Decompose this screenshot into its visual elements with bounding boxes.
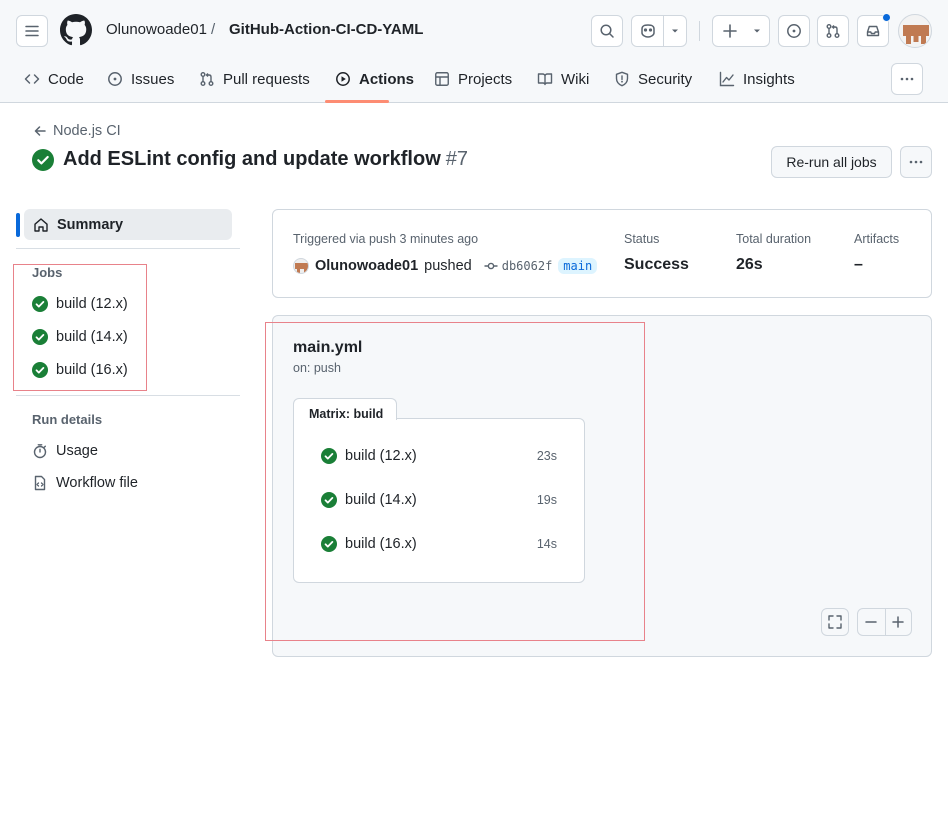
run-number: #7 [445, 148, 469, 170]
notification-dot [882, 13, 891, 22]
annotation-highlight-graph [265, 322, 645, 641]
screen-full-icon [827, 614, 843, 630]
inbox-icon [865, 23, 881, 39]
issue-opened-icon [786, 23, 802, 39]
duration-value: 26s [736, 256, 763, 273]
status-value: Success [624, 256, 689, 273]
tab-code-label: Code [48, 70, 84, 88]
kebab-horizontal-icon [899, 71, 915, 87]
fullscreen-button[interactable] [821, 608, 849, 636]
issues-button[interactable] [778, 15, 810, 47]
hamburger-icon [24, 23, 40, 39]
push-action: pushed [424, 258, 472, 274]
matrix-label: Matrix: build [293, 398, 397, 421]
code-icon [24, 71, 40, 87]
artifacts-value: – [854, 256, 863, 273]
repo-more-button[interactable] [891, 63, 923, 95]
menu-button[interactable] [16, 15, 48, 47]
pull-requests-button[interactable] [817, 15, 849, 47]
tab-insights-label: Insights [743, 70, 795, 88]
graph-icon [719, 71, 735, 87]
tab-actions[interactable]: Actions [335, 68, 414, 90]
book-icon [537, 71, 553, 87]
chevron-down-icon[interactable] [664, 26, 686, 36]
shield-icon [614, 71, 630, 87]
back-label: Node.js CI [53, 123, 121, 139]
tab-insights[interactable]: Insights [719, 68, 795, 90]
arrow-left-icon [33, 124, 47, 138]
sidebar-item-summary[interactable]: Summary [24, 209, 232, 240]
branch-badge[interactable]: main [558, 258, 598, 274]
sidebar-active-indicator [16, 213, 20, 237]
annotation-highlight-jobs [13, 264, 147, 391]
duration-label: Total duration [736, 232, 812, 246]
git-pull-request-icon [825, 23, 841, 39]
page-title: Add ESLint config and update workflow #7 [32, 148, 468, 171]
github-logo-icon[interactable] [60, 14, 92, 46]
run-details-heading: Run details [32, 412, 103, 427]
table-icon [434, 71, 450, 87]
copilot-icon [632, 23, 663, 39]
copilot-button[interactable] [631, 15, 687, 47]
file-code-icon [32, 475, 48, 491]
zoom-out-button[interactable] [858, 615, 885, 629]
push-info: Olunowoade01 pushed db6062f main [293, 258, 598, 274]
zoom-controls [857, 608, 912, 636]
search-button[interactable] [591, 15, 623, 47]
tab-wiki[interactable]: Wiki [537, 68, 589, 90]
sidebar-divider [16, 248, 240, 249]
run-title: Add ESLint config and update workflow [63, 148, 441, 170]
tab-security[interactable]: Security [614, 68, 692, 90]
artifacts-label: Artifacts [854, 232, 900, 246]
create-new-button[interactable] [712, 15, 770, 47]
tab-projects-label: Projects [458, 70, 513, 88]
kebab-horizontal-icon [908, 154, 924, 170]
play-icon [335, 71, 351, 87]
chevron-down-icon [747, 26, 767, 36]
tab-issues[interactable]: Issues [107, 68, 174, 90]
search-icon [599, 23, 615, 39]
git-pull-request-icon [199, 71, 215, 87]
tab-pull-requests[interactable]: Pull requests [199, 68, 310, 90]
success-check-icon [32, 148, 54, 171]
run-more-button[interactable] [900, 146, 932, 178]
sidebar-summary-label: Summary [57, 216, 124, 233]
tab-wiki-label: Wiki [561, 70, 590, 88]
tab-issues-label: Issues [131, 70, 175, 88]
actor-avatar[interactable] [293, 258, 309, 274]
run-summary-card: Triggered via push 3 minutes ago Olunowo… [272, 209, 932, 298]
sidebar-item-usage[interactable]: Usage [32, 443, 98, 459]
tab-code[interactable]: Code [24, 68, 84, 90]
home-icon [33, 217, 49, 233]
actor-name[interactable]: Olunowoade01 [315, 258, 418, 274]
tab-security-label: Security [638, 70, 693, 88]
trigger-text: Triggered via push 3 minutes ago [293, 232, 479, 246]
zoom-in-button[interactable] [885, 615, 911, 629]
status-label: Status [624, 232, 660, 246]
tab-projects[interactable]: Projects [434, 68, 512, 90]
header-divider [699, 21, 700, 41]
commit-sha[interactable]: db6062f [502, 259, 553, 273]
back-to-workflow-link[interactable]: Node.js CI [33, 123, 121, 139]
breadcrumb-separator: / [211, 21, 216, 38]
sidebar-workflow-file-label: Workflow file [56, 475, 138, 491]
avatar[interactable] [898, 14, 932, 48]
active-tab-underline [325, 100, 389, 103]
rerun-all-jobs-button[interactable]: Re-run all jobs [771, 146, 892, 178]
breadcrumb-repo[interactable]: GitHub-Action-CI-CD-YAML [229, 21, 423, 38]
issue-opened-icon [107, 71, 123, 87]
breadcrumb-owner[interactable]: Olunowoade01 [106, 21, 207, 38]
stopwatch-icon [32, 443, 48, 459]
tab-pull-requests-label: Pull requests [223, 70, 310, 88]
sidebar-divider [16, 395, 240, 396]
plus-icon [713, 24, 747, 38]
sidebar-usage-label: Usage [56, 443, 98, 459]
git-commit-icon [484, 259, 498, 273]
tab-actions-label: Actions [359, 70, 415, 88]
sidebar-item-workflow-file[interactable]: Workflow file [32, 475, 138, 491]
